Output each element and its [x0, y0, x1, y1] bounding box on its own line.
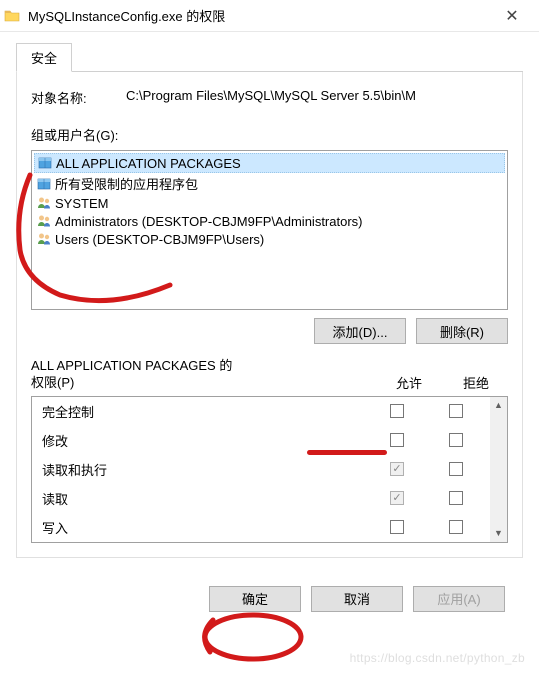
list-item[interactable]: 所有受限制的应用程序包 [34, 173, 505, 194]
deny-checkbox[interactable] [449, 433, 463, 447]
permission-row: 写入 [32, 513, 490, 542]
titlebar: MySQLInstanceConfig.exe 的权限 ✕ [0, 0, 539, 32]
dialog-body: 安全 对象名称: C:\Program Files\MySQL\MySQL Se… [0, 32, 539, 612]
permission-name: 完全控制 [42, 402, 362, 421]
permissions-header: ALL APPLICATION PACKAGES 的 权限(P) 允许 拒绝 [31, 358, 508, 392]
allow-checkbox [390, 491, 404, 505]
remove-button[interactable]: 删除(R) [416, 318, 508, 344]
permission-name: 读取 [42, 489, 362, 508]
watermark: https://blog.csdn.net/python_zb [350, 651, 525, 665]
cancel-button[interactable]: 取消 [311, 586, 403, 612]
users-icon [36, 195, 52, 211]
list-item-label: Administrators (DESKTOP-CBJM9FP\Administ… [55, 214, 363, 229]
allow-checkbox [390, 462, 404, 476]
permission-row: 读取 [32, 484, 490, 513]
scroll-up-icon[interactable]: ▲ [490, 397, 507, 414]
scroll-down-icon[interactable]: ▼ [490, 525, 507, 542]
perm-header-suffix: 权限(P) [31, 375, 74, 390]
add-remove-row: 添加(D)... 删除(R) [31, 318, 508, 344]
apply-button[interactable]: 应用(A) [413, 586, 505, 612]
permission-name: 写入 [42, 518, 362, 537]
groups-listbox[interactable]: ALL APPLICATION PACKAGES 所有受限制的应用程序包 SYSTE… [31, 150, 508, 310]
package-icon [36, 176, 52, 192]
permission-name: 修改 [42, 431, 362, 450]
tab-strip: 安全 [16, 42, 523, 72]
package-icon [37, 155, 53, 171]
users-icon [36, 213, 52, 229]
deny-column-header: 拒绝 [444, 373, 508, 392]
allow-checkbox[interactable] [390, 520, 404, 534]
permission-name: 读取和执行 [42, 460, 362, 479]
scrollbar[interactable]: ▲ ▼ [490, 397, 507, 542]
list-item[interactable]: SYSTEM [34, 194, 505, 212]
list-item[interactable]: ALL APPLICATION PACKAGES [34, 153, 505, 173]
object-label: 对象名称: [31, 88, 126, 107]
object-path: C:\Program Files\MySQL\MySQL Server 5.5\… [126, 88, 508, 107]
list-item[interactable]: Administrators (DESKTOP-CBJM9FP\Administ… [34, 212, 505, 230]
permission-row: 完全控制 [32, 397, 490, 426]
folder-icon [4, 8, 20, 24]
deny-checkbox[interactable] [449, 491, 463, 505]
tab-security[interactable]: 安全 [16, 43, 72, 72]
allow-checkbox[interactable] [390, 404, 404, 418]
deny-checkbox[interactable] [449, 520, 463, 534]
perm-header-prefix: ALL APPLICATION PACKAGES 的 [31, 358, 232, 373]
dialog-footer: 确定 取消 应用(A) [16, 558, 523, 612]
add-button[interactable]: 添加(D)... [314, 318, 406, 344]
groups-label: 组或用户名(G): [31, 125, 508, 144]
permission-row: 修改 [32, 426, 490, 455]
deny-checkbox[interactable] [449, 462, 463, 476]
tab-content: 对象名称: C:\Program Files\MySQL\MySQL Serve… [16, 72, 523, 558]
users-icon [36, 231, 52, 247]
permission-row: 读取和执行 [32, 455, 490, 484]
scroll-track[interactable] [490, 414, 507, 525]
window-title: MySQLInstanceConfig.exe 的权限 [28, 6, 489, 25]
ok-button[interactable]: 确定 [209, 586, 301, 612]
deny-checkbox[interactable] [449, 404, 463, 418]
allow-column-header: 允许 [374, 373, 444, 392]
list-item-label: 所有受限制的应用程序包 [55, 174, 198, 193]
list-item[interactable]: Users (DESKTOP-CBJM9FP\Users) [34, 230, 505, 248]
permissions-header-label: ALL APPLICATION PACKAGES 的 权限(P) [31, 358, 374, 392]
permissions-table: 完全控制修改读取和执行读取写入 ▲ ▼ [31, 396, 508, 543]
list-item-label: ALL APPLICATION PACKAGES [56, 156, 241, 171]
close-button[interactable]: ✕ [489, 0, 535, 32]
object-row: 对象名称: C:\Program Files\MySQL\MySQL Serve… [31, 88, 508, 107]
list-item-label: SYSTEM [55, 196, 108, 211]
allow-checkbox[interactable] [390, 433, 404, 447]
list-item-label: Users (DESKTOP-CBJM9FP\Users) [55, 232, 264, 247]
